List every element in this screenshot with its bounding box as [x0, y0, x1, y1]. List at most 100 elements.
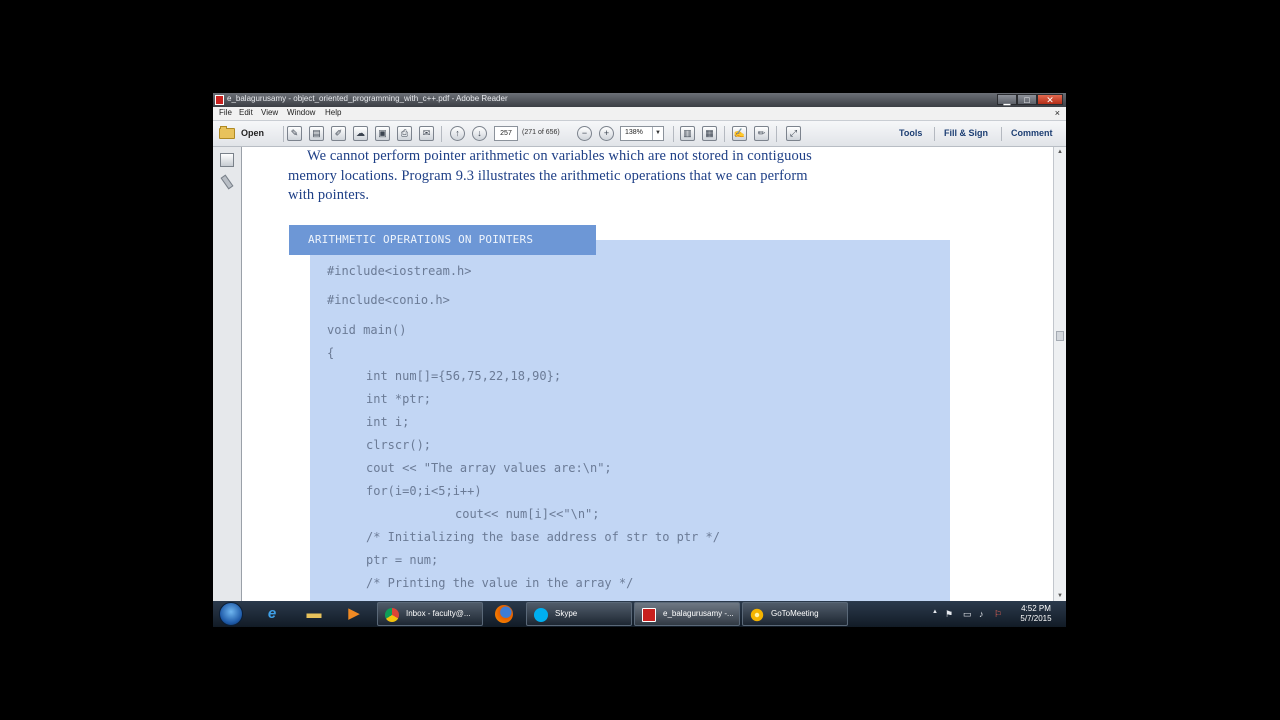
pdf-icon: [642, 608, 656, 622]
open-label: Open: [241, 128, 265, 138]
task-gotomeeting[interactable]: GoToMeeting: [742, 602, 848, 626]
menu-file[interactable]: File: [219, 108, 232, 117]
scroll-up-icon[interactable]: ▲: [1054, 147, 1066, 157]
comment-link[interactable]: Comment: [1011, 128, 1053, 138]
monitor-tray-icon[interactable]: ▭: [963, 609, 972, 620]
chrome-icon: [385, 608, 399, 622]
create-pdf-icon[interactable]: ✎: [287, 126, 302, 141]
menu-edit[interactable]: Edit: [239, 108, 253, 117]
task-label: e_balagurusamy -...: [663, 609, 734, 618]
code-line: #include<conio.h>: [327, 293, 450, 307]
email-icon[interactable]: ✉: [419, 126, 434, 141]
task-chrome-inbox[interactable]: Inbox - faculty@...: [377, 602, 483, 626]
paragraph-line: We cannot perform pointer arithmetic on …: [307, 148, 812, 164]
sticky-note-icon[interactable]: ✍: [732, 126, 747, 141]
network-tray-icon[interactable]: ⚑: [945, 609, 953, 620]
attachments-icon[interactable]: [220, 174, 234, 190]
reader-window: e_balagurusamy - object_oriented_program…: [213, 93, 1066, 601]
highlight-icon[interactable]: ✏: [754, 126, 769, 141]
code-line: cout << "The array values are:\n";: [366, 461, 612, 475]
firefox-icon[interactable]: [493, 604, 515, 624]
menu-view[interactable]: View: [261, 108, 278, 117]
cloud-upload-icon[interactable]: ☁: [353, 126, 368, 141]
tools-link[interactable]: Tools: [899, 128, 922, 138]
convert-pdf-icon[interactable]: ▤: [309, 126, 324, 141]
minimize-button[interactable]: ▁: [997, 94, 1017, 105]
media-player-icon[interactable]: ▶: [343, 604, 365, 624]
paragraph-line: memory locations. Program 9.3 illustrate…: [288, 167, 808, 184]
folder-icon: [219, 126, 235, 139]
gotomeeting-icon: [750, 608, 764, 622]
code-line: int num[]={56,75,22,18,90};: [366, 369, 562, 383]
page-count: (271 of 656): [522, 129, 560, 136]
internet-explorer-icon[interactable]: e: [261, 604, 283, 624]
toolbar: Open ✎ ▤ ✐ ☁ ▣ ⎙ ✉ ↑ ↓ 257 (271 of 656) …: [213, 121, 1066, 147]
previous-page-icon[interactable]: ↑: [450, 126, 465, 141]
close-button[interactable]: ✕: [1037, 94, 1063, 105]
chevron-down-icon: ▼: [652, 127, 663, 140]
toolbar-separator: [441, 126, 442, 142]
taskbar: e ▬ ▶ Inbox - faculty@... Skype e_balagu…: [213, 601, 1066, 627]
file-explorer-icon[interactable]: ▬: [303, 604, 325, 624]
code-line: {: [327, 346, 335, 360]
code-line: void main(): [327, 323, 407, 337]
scroll-down-icon[interactable]: ▼: [1054, 591, 1066, 601]
toolbar-separator: [1001, 127, 1002, 141]
code-line: int i;: [366, 415, 410, 429]
menu-window[interactable]: Window: [287, 108, 315, 117]
navigation-pane: [213, 147, 242, 601]
edit-pdf-icon[interactable]: ✐: [331, 126, 346, 141]
adobe-reader-icon: [215, 95, 224, 105]
code-line: clrscr();: [366, 438, 432, 452]
paragraph-line: with pointers.: [288, 187, 370, 203]
toolbar-separator: [724, 126, 725, 142]
window-title: e_balagurusamy - object_oriented_program…: [227, 94, 508, 103]
print-icon[interactable]: ⎙: [397, 126, 412, 141]
task-label: GoToMeeting: [771, 609, 819, 618]
menu-help[interactable]: Help: [325, 108, 341, 117]
fit-width-icon[interactable]: ▦: [702, 126, 717, 141]
zoom-select[interactable]: 138% ▼: [620, 126, 664, 141]
code-line: cout<< num[i]<<"\n";: [455, 507, 600, 521]
document-view[interactable]: We cannot perform pointer arithmetic on …: [242, 147, 1053, 601]
volume-tray-icon[interactable]: ♪: [979, 609, 984, 619]
clock-time: 4:52 PM: [1021, 604, 1051, 613]
page-thumbnails-icon[interactable]: [220, 153, 234, 167]
expand-icon[interactable]: ⤢: [786, 126, 801, 141]
code-line: for(i=0;i<5;i++): [366, 484, 482, 498]
body-paragraph: We cannot perform pointer arithmetic on …: [288, 147, 988, 206]
zoom-in-icon[interactable]: +: [599, 126, 614, 141]
task-label: Inbox - faculty@...: [406, 609, 471, 618]
start-button[interactable]: [219, 602, 243, 626]
title-bar[interactable]: e_balagurusamy - object_oriented_program…: [213, 93, 1066, 107]
zoom-value: 138%: [625, 129, 643, 136]
toolbar-separator: [934, 127, 935, 141]
code-line: #include<iostream.h>: [327, 264, 472, 278]
task-adobe-reader[interactable]: e_balagurusamy -...: [634, 602, 740, 626]
page-number-input[interactable]: 257: [494, 126, 518, 141]
clock-date: 5/7/2015: [1020, 614, 1052, 623]
scroll-thumb[interactable]: [1056, 331, 1064, 341]
menu-bar: File Edit View Window Help ×: [213, 107, 1066, 121]
vertical-scrollbar[interactable]: ▲ ▼: [1053, 147, 1066, 601]
fit-page-icon[interactable]: ▥: [680, 126, 695, 141]
code-line: /* Initializing the base address of str …: [366, 530, 721, 544]
zoom-out-icon[interactable]: −: [577, 126, 592, 141]
fill-sign-link[interactable]: Fill & Sign: [944, 128, 988, 138]
system-clock[interactable]: 4:52 PM 5/7/2015: [1013, 604, 1059, 624]
maximize-button[interactable]: □: [1017, 94, 1037, 105]
code-line: /* Printing the value in the array */: [366, 576, 634, 590]
close-document-icon[interactable]: ×: [1055, 108, 1060, 118]
task-skype[interactable]: Skype: [526, 602, 632, 626]
code-line: int *ptr;: [366, 392, 432, 406]
next-page-icon[interactable]: ↓: [472, 126, 487, 141]
skype-icon: [534, 608, 548, 622]
toolbar-separator: [283, 126, 284, 142]
toolbar-separator: [673, 126, 674, 142]
code-listing-title: ARITHMETIC OPERATIONS ON POINTERS: [289, 225, 596, 255]
code-line: ptr = num;: [366, 553, 439, 567]
show-hidden-icons-icon[interactable]: ▲: [932, 609, 938, 615]
save-icon[interactable]: ▣: [375, 126, 390, 141]
action-center-icon[interactable]: ⚐: [994, 609, 1002, 620]
toolbar-separator: [776, 126, 777, 142]
